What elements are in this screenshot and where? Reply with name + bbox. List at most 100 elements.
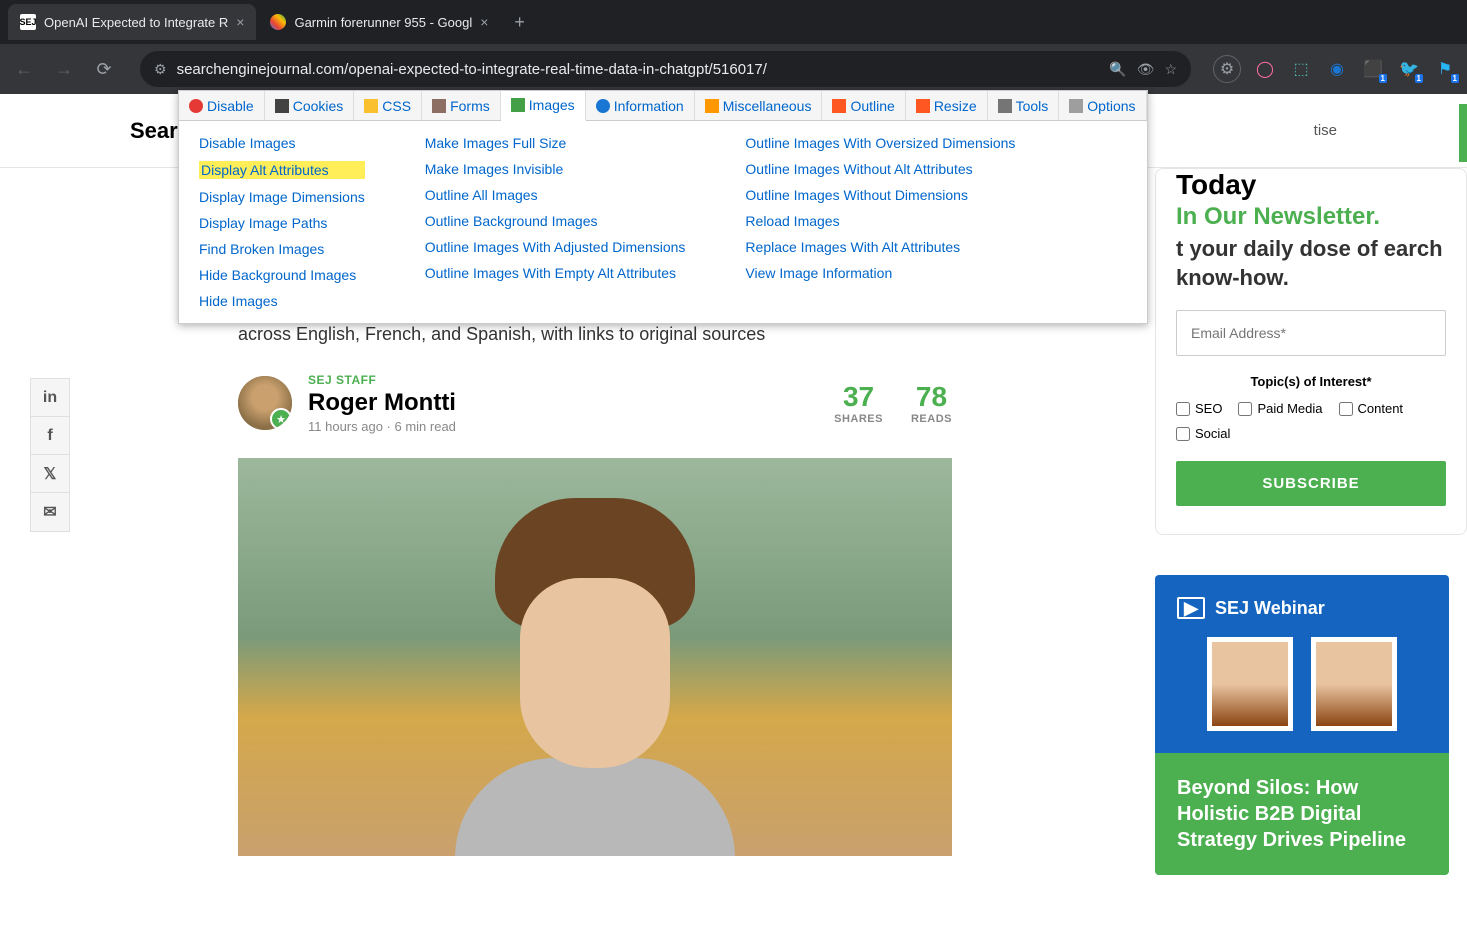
wd-hide-background-images[interactable]: Hide Background Images — [199, 267, 365, 283]
menu-button-edge[interactable] — [1459, 104, 1467, 162]
browser-tab-active[interactable]: SEJ OpenAI Expected to Integrate R × — [8, 4, 256, 40]
extension-icon-shield[interactable]: ◉ — [1325, 57, 1349, 81]
information-icon — [596, 99, 610, 113]
stat-reads: 78 READS — [911, 381, 952, 425]
check-seo[interactable]: SEO — [1176, 401, 1222, 416]
webdev-tab-miscellaneous[interactable]: Miscellaneous — [695, 91, 823, 120]
author-avatar[interactable]: ★ — [238, 376, 292, 430]
webdev-tab-forms[interactable]: Forms — [422, 91, 501, 120]
site-logo[interactable]: Sear — [130, 118, 178, 144]
check-paid-media[interactable]: Paid Media — [1238, 401, 1322, 416]
webdev-tab-cookies[interactable]: Cookies — [265, 91, 355, 120]
wd-find-broken-images[interactable]: Find Broken Images — [199, 241, 365, 257]
webdev-dropdown-images: Disable Images Display Alt Attributes Di… — [179, 121, 1147, 323]
favicon-google — [270, 14, 286, 30]
browser-toolbar: ← → ⟳ ⚙ searchenginejournal.com/openai-e… — [0, 44, 1467, 94]
extension-icon-flag[interactable]: ⚑1 — [1433, 57, 1457, 81]
webdev-extension-icon[interactable]: ⚙ — [1213, 55, 1241, 83]
new-tab-button[interactable]: + — [502, 12, 537, 33]
webinar-header: ▶ SEJ Webinar — [1155, 575, 1449, 753]
address-bar[interactable]: ⚙ searchenginejournal.com/openai-expecte… — [140, 51, 1191, 87]
wd-outline-all-images[interactable]: Outline All Images — [425, 187, 686, 203]
disable-icon — [189, 99, 203, 113]
wd-view-image-information[interactable]: View Image Information — [745, 265, 1015, 281]
article-intro-text: across English, French, and Spanish, wit… — [238, 320, 952, 349]
reads-count: 78 — [911, 381, 952, 413]
share-linkedin[interactable]: in — [31, 379, 69, 417]
zoom-icon[interactable]: 🔍 — [1109, 61, 1126, 78]
webdev-tab-options[interactable]: Options — [1059, 91, 1146, 120]
check-content[interactable]: Content — [1339, 401, 1404, 416]
webinar-label: ▶ SEJ Webinar — [1177, 597, 1427, 619]
forward-button[interactable]: → — [50, 59, 78, 80]
wd-replace-images-alt[interactable]: Replace Images With Alt Attributes — [745, 239, 1015, 255]
article-stats: 37 SHARES 78 READS — [834, 381, 952, 425]
forms-icon — [432, 99, 446, 113]
extension-icon-circle[interactable]: ◯ — [1253, 57, 1277, 81]
share-facebook[interactable]: f — [31, 417, 69, 455]
wd-reload-images[interactable]: Reload Images — [745, 213, 1015, 229]
webinar-presenters — [1177, 637, 1427, 731]
wd-display-image-dimensions[interactable]: Display Image Dimensions — [199, 189, 365, 205]
bookmark-icon[interactable]: ☆ — [1164, 61, 1177, 78]
webdev-toolbar: Disable Cookies CSS Forms Images Informa… — [178, 90, 1148, 324]
wd-outline-images-adjusted[interactable]: Outline Images With Adjusted Dimensions — [425, 239, 686, 255]
webinar-title: Beyond Silos: How Holistic B2B Digital S… — [1177, 775, 1427, 853]
presenter-photo — [1207, 637, 1293, 731]
wd-make-images-full-size[interactable]: Make Images Full Size — [425, 135, 686, 151]
wd-disable-images[interactable]: Disable Images — [199, 135, 365, 151]
resize-icon — [916, 99, 930, 113]
webdev-tab-resize[interactable]: Resize — [906, 91, 988, 120]
wd-outline-images-empty-alt[interactable]: Outline Images With Empty Alt Attributes — [425, 265, 686, 281]
reads-label: READS — [911, 413, 952, 425]
sidebar-right: Today In Our Newsletter. t your daily do… — [1137, 168, 1467, 875]
share-x[interactable]: 𝕏 — [31, 455, 69, 493]
subscribe-button[interactable]: SUBSCRIBE — [1176, 461, 1446, 506]
tab-title: OpenAI Expected to Integrate R — [44, 15, 228, 30]
wd-display-image-paths[interactable]: Display Image Paths — [199, 215, 365, 231]
cookies-icon — [275, 99, 289, 113]
extension-icon-bird[interactable]: 🐦1 — [1397, 57, 1421, 81]
email-field[interactable] — [1176, 310, 1446, 356]
close-icon[interactable]: × — [236, 14, 244, 30]
images-icon — [511, 98, 525, 112]
article-main: across English, French, and Spanish, wit… — [238, 320, 952, 856]
extension-icon-n[interactable]: ⬚ — [1289, 57, 1313, 81]
incognito-blocked-icon[interactable]: 👁 — [1137, 61, 1155, 78]
wd-outline-background-images[interactable]: Outline Background Images — [425, 213, 686, 229]
article-hero-image — [238, 458, 952, 856]
wd-outline-images-no-alt[interactable]: Outline Images Without Alt Attributes — [745, 161, 1015, 177]
presenter-photo — [1311, 637, 1397, 731]
tools-icon — [998, 99, 1012, 113]
wd-hide-images[interactable]: Hide Images — [199, 293, 365, 309]
extensions-area: ⚙ ◯ ⬚ ◉ ⬛1 🐦1 ⚑1 — [1213, 55, 1457, 83]
share-email[interactable]: ✉ — [31, 493, 69, 531]
nav-advertise[interactable]: tise — [1314, 122, 1337, 139]
staff-label: SEJ STAFF — [308, 373, 818, 387]
outline-icon — [832, 99, 846, 113]
browser-tab-inactive[interactable]: Garmin forerunner 955 - Googl × — [258, 4, 500, 40]
wd-outline-images-oversized[interactable]: Outline Images With Oversized Dimensions — [745, 135, 1015, 151]
webdev-tab-images[interactable]: Images — [501, 91, 586, 121]
reload-button[interactable]: ⟳ — [90, 59, 118, 80]
webinar-card[interactable]: ▶ SEJ Webinar Beyond Silos: How Holistic… — [1155, 575, 1449, 875]
webinar-body: Beyond Silos: How Holistic B2B Digital S… — [1155, 753, 1449, 875]
check-social[interactable]: Social — [1176, 426, 1230, 441]
byline-meta: 11 hours ago · 6 min read — [308, 419, 818, 434]
back-button[interactable]: ← — [10, 59, 38, 80]
webdev-tab-information[interactable]: Information — [586, 91, 695, 120]
wd-display-alt-attributes[interactable]: Display Alt Attributes — [199, 161, 365, 179]
wd-make-images-invisible[interactable]: Make Images Invisible — [425, 161, 686, 177]
site-info-icon[interactable]: ⚙ — [154, 61, 167, 78]
url-text: searchenginejournal.com/openai-expected-… — [177, 61, 1100, 78]
webdev-tab-outline[interactable]: Outline — [822, 91, 905, 120]
extension-icon-code[interactable]: ⬛1 — [1361, 57, 1385, 81]
wd-outline-images-no-dimensions[interactable]: Outline Images Without Dimensions — [745, 187, 1015, 203]
webdev-tab-disable[interactable]: Disable — [179, 91, 265, 120]
miscellaneous-icon — [705, 99, 719, 113]
webdev-tab-tools[interactable]: Tools — [988, 91, 1060, 120]
author-name[interactable]: Roger Montti — [308, 389, 818, 417]
close-icon[interactable]: × — [480, 14, 488, 30]
topic-checkboxes: SEO Paid Media Content Social — [1176, 401, 1446, 441]
webdev-tab-css[interactable]: CSS — [354, 91, 422, 120]
